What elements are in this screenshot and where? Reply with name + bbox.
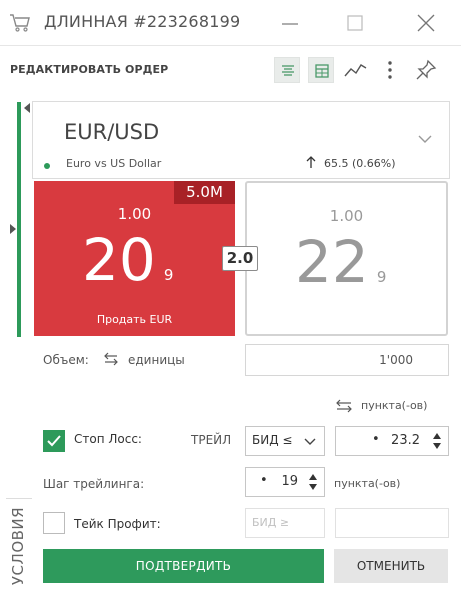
buy-price-tile[interactable]: 1.00 22 9 [245, 181, 448, 336]
market-status-dot [44, 163, 50, 169]
sell-fraction: 9 [163, 266, 174, 284]
chevron-down-icon[interactable] [417, 132, 433, 146]
trailing-step-bullet: • [260, 473, 268, 488]
confirm-button[interactable]: ПОДТВЕРДИТЬ [43, 549, 324, 583]
maximize-icon[interactable] [345, 10, 365, 36]
arrow-up-icon [306, 156, 316, 168]
calculator-button[interactable] [308, 57, 334, 83]
indicator-arrow-icon [24, 103, 30, 113]
take-profit-points-input[interactable] [335, 508, 449, 538]
edit-order-header: РЕДАКТИРОВАТЬ ОРДЕР [0, 47, 461, 93]
chevron-down-icon [304, 438, 316, 445]
cart-icon [10, 14, 30, 32]
stop-loss-points-value: 23.2 [391, 433, 420, 448]
edit-order-title: РЕДАКТИРОВАТЬ ОРДЕР [10, 63, 169, 76]
spread-badge: 2.0 [222, 246, 258, 271]
trailing-step-label: Шаг трейлинга: [43, 477, 145, 491]
position-size-badge: 5.0M [174, 181, 235, 204]
stop-loss-bullet: • [372, 432, 380, 447]
pin-icon[interactable] [415, 59, 437, 81]
take-profit-checkbox[interactable] [43, 512, 65, 534]
conditions-tab-label: УСЛОВИЯ [9, 506, 27, 586]
minimize-icon[interactable] [280, 10, 300, 36]
take-profit-condition-value: БИД ≥ [252, 516, 290, 529]
spinner-arrows-icon[interactable] [432, 431, 442, 451]
stop-loss-checkbox[interactable] [43, 430, 65, 452]
stop-loss-points-stepper[interactable]: • 23.2 [335, 426, 449, 456]
swap-arrows-icon[interactable] [103, 352, 119, 366]
stop-loss-label: Стоп Лосс: [74, 432, 142, 446]
volume-value: 1'000 [379, 353, 413, 367]
sell-pips: 20 9 [82, 225, 173, 310]
sell-big-figure: 1.00 [117, 205, 152, 223]
instrument-description: Euro vs US Dollar [66, 157, 162, 170]
layout-list-button[interactable] [274, 57, 300, 83]
close-icon[interactable] [415, 10, 437, 36]
buy-pips: 22 9 [295, 227, 386, 312]
expand-arrow-icon[interactable] [10, 224, 16, 234]
trail-label: ТРЕЙЛ [191, 433, 232, 447]
trailing-step-value: 19 [281, 474, 298, 489]
calculator-icon [315, 64, 329, 78]
stop-loss-condition-value: БИД ≤ [252, 433, 293, 447]
more-vertical-icon[interactable] [386, 59, 394, 81]
cancel-button[interactable]: ОТМЕНИТЬ [334, 549, 448, 583]
sell-pips-value: 20 [82, 226, 156, 294]
buy-big-figure: 1.00 [329, 207, 364, 225]
volume-unit: единицы [128, 353, 185, 367]
instrument-selector[interactable]: EUR/USD Euro vs US Dollar 65.5 (0.66%) [32, 101, 450, 179]
buy-pips-value: 22 [295, 228, 369, 296]
take-profit-condition-select[interactable]: БИД ≥ [245, 508, 325, 538]
stop-loss-condition-select[interactable]: БИД ≤ [245, 426, 325, 456]
trailing-step-stepper[interactable]: • 19 [245, 467, 325, 497]
volume-label: Объем: [43, 353, 89, 367]
layout-list-icon [282, 65, 294, 76]
buy-fraction: 9 [376, 268, 387, 286]
check-icon [47, 435, 61, 447]
trailing-step-unit: пункта(-ов) [334, 477, 401, 490]
volume-input[interactable]: 1'000 [245, 344, 449, 376]
spinner-arrows-icon[interactable] [308, 472, 318, 492]
take-profit-label: Тейк Профит: [74, 517, 161, 531]
position-indicator-bar [17, 102, 21, 337]
instrument-symbol: EUR/USD [64, 120, 160, 144]
sell-label: Продать EUR [96, 313, 173, 326]
chart-line-icon[interactable] [344, 61, 368, 79]
price-change: 65.5 (0.66%) [324, 157, 396, 170]
points-unit-header: пункта(-ов) [361, 399, 428, 412]
conditions-side-tab[interactable]: УСЛОВИЯ [6, 498, 32, 594]
title-bar: ДЛИННАЯ #223268199 [0, 0, 461, 46]
window-title: ДЛИННАЯ #223268199 [44, 12, 241, 31]
sell-price-tile[interactable]: 5.0M 1.00 20 9 Продать EUR [34, 181, 235, 336]
swap-arrows-icon[interactable] [335, 399, 353, 413]
